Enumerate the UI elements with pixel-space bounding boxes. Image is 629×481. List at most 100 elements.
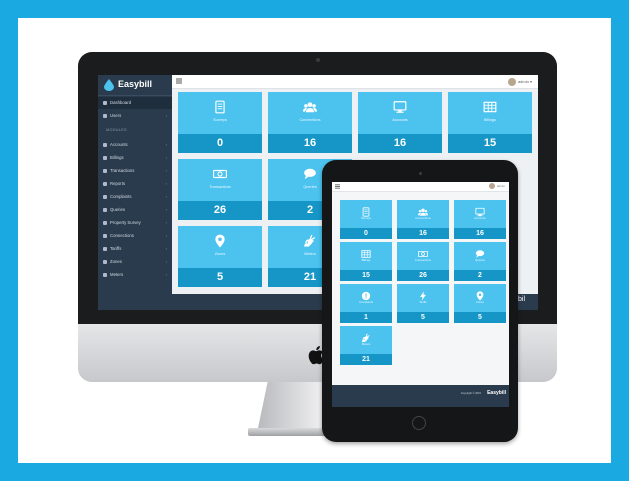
ipad-camera: [419, 172, 422, 175]
chevron-left-icon: ‹: [165, 207, 167, 212]
sidebar-item-meters[interactable]: Meters ‹: [98, 269, 172, 281]
avatar: [507, 77, 516, 86]
chevron-left-icon: ‹: [165, 155, 167, 160]
chevron-left-icon: ‹: [165, 142, 167, 147]
bolt-icon: [103, 247, 107, 251]
stat-tile-surveys[interactable]: Surveys 0: [178, 92, 262, 153]
stat-tile-value: 26: [178, 201, 262, 220]
stat-tile-transactions[interactable]: Transactions 26: [178, 159, 262, 220]
sidebar-item-property-survey[interactable]: Property Survey ‹: [98, 217, 172, 229]
tablet-topbar: admin: [332, 182, 509, 192]
sidebar-item-connections[interactable]: Connections ‹: [98, 230, 172, 242]
tablet-stat-tile-transactions[interactable]: Transactions 26: [397, 242, 449, 281]
stat-tile-value: 1: [340, 312, 392, 323]
stat-tile-value: 2: [454, 270, 506, 281]
sidebar-item-label: Accounts: [110, 142, 128, 147]
sidebar-item-reports[interactable]: Reports ‹: [98, 178, 172, 190]
sidebar-item-dashboard[interactable]: Dashboard: [98, 97, 172, 109]
tablet-stat-tile-tariffs[interactable]: Tariffs 5: [397, 284, 449, 323]
sidebar-item-users[interactable]: Users ‹: [98, 110, 172, 122]
stat-tile-label: Billings: [361, 258, 371, 262]
sidebar-item-label: Dashboard: [110, 100, 132, 105]
tablet-stat-tile-complaints[interactable]: Complaints 1: [340, 284, 392, 323]
sidebar-brand[interactable]: Easybill: [98, 75, 172, 96]
plug-icon: [361, 330, 371, 343]
sidebar-item-label: Billings: [110, 155, 124, 160]
stat-tile-value: 15: [448, 134, 532, 153]
map-pin-icon: [213, 234, 227, 248]
stat-tile-accounts[interactable]: Accounts 16: [358, 92, 442, 153]
tablet-stat-tile-connections[interactable]: Connections 16: [397, 200, 449, 239]
sidebar-item-queries[interactable]: Queries ‹: [98, 204, 172, 216]
stat-tile-value: 15: [340, 270, 392, 281]
stat-tile-zones[interactable]: Zones 5: [178, 226, 262, 287]
brand-name: Easybill: [118, 79, 153, 89]
tablet-icon: [361, 204, 371, 217]
stat-tile-label: Tariffs: [419, 300, 427, 304]
cash-icon: [103, 169, 107, 173]
plug-icon: [303, 234, 317, 248]
stat-tile-label: Billings: [483, 118, 497, 122]
stat-tile-billings[interactable]: Billings 15: [448, 92, 532, 153]
stat-tile-label: Surveys: [360, 216, 372, 220]
avatar: [488, 183, 495, 190]
stat-tile-label: Complaints: [359, 300, 373, 304]
chat-icon: [475, 246, 485, 258]
stat-tile-label: Zones: [476, 300, 484, 304]
chevron-left-icon: ‹: [165, 168, 167, 173]
sidebar-item-label: Reports: [110, 181, 126, 186]
tablet-stat-tile-surveys[interactable]: Surveys 0: [340, 200, 392, 239]
tablet-stat-tile-queries[interactable]: Queries 2: [454, 242, 506, 281]
topbar: admin ▾: [172, 75, 538, 89]
stat-tile-connections[interactable]: Connections 16: [268, 92, 352, 153]
water-drop-icon: [104, 79, 114, 91]
stat-tile-label: Connections: [415, 216, 431, 220]
hamburger-menu-icon[interactable]: [176, 78, 182, 84]
tablet-stat-tile-billings[interactable]: Billings 15: [340, 242, 392, 281]
stat-tile-label: Transactions: [415, 258, 431, 262]
stat-tile-value: 0: [340, 228, 392, 239]
stat-tile-label: Meters: [361, 342, 371, 346]
users-icon: [103, 234, 107, 238]
user-menu[interactable]: admin ▾: [507, 77, 532, 86]
tablet-user-menu[interactable]: admin: [488, 183, 505, 190]
footer-brand-peek: bil: [518, 296, 526, 303]
tablet-icon: [213, 100, 227, 114]
stat-tile-value: 21: [340, 354, 392, 365]
stat-tile-label: Accounts: [474, 216, 486, 220]
stat-tile-value: 5: [454, 312, 506, 323]
plug-icon: [103, 273, 107, 277]
monitor-icon: [103, 143, 107, 147]
chat-icon: [103, 208, 107, 212]
alert-icon: [103, 195, 107, 199]
tablet-stat-tile-meters[interactable]: Meters 21: [340, 326, 392, 365]
cash-icon: [213, 167, 227, 181]
users-icon: [303, 100, 317, 114]
monitor-icon: [393, 100, 407, 114]
tablet-stat-tile-zones[interactable]: Zones 5: [454, 284, 506, 323]
chevron-left-icon: ‹: [165, 181, 167, 186]
sidebar-item-zones[interactable]: Zones ‹: [98, 256, 172, 268]
chevron-left-icon: ‹: [165, 233, 167, 238]
table-icon: [361, 246, 371, 258]
sidebar-item-transactions[interactable]: Transactions ‹: [98, 165, 172, 177]
sidebar-item-complaints[interactable]: Complaints ‹: [98, 191, 172, 203]
ipad-home-button: [412, 416, 426, 430]
sidebar-item-accounts[interactable]: Accounts ‹: [98, 139, 172, 151]
sidebar-item-tariffs[interactable]: Tariffs ‹: [98, 243, 172, 255]
sidebar-item-label: Zones: [110, 259, 122, 264]
stat-tile-label: Connections: [299, 118, 321, 122]
tablet-stat-tile-accounts[interactable]: Accounts 16: [454, 200, 506, 239]
chevron-left-icon: ‹: [165, 259, 167, 264]
table-icon: [483, 100, 497, 114]
table-icon: [103, 156, 107, 160]
chevron-down-icon: ▾: [529, 79, 532, 84]
stat-tile-value: 16: [358, 134, 442, 153]
sidebar-item-billings[interactable]: Billings ‹: [98, 152, 172, 164]
stat-tile-value: 0: [178, 134, 262, 153]
stat-tile-label: Surveys: [213, 118, 227, 122]
chat-icon: [303, 167, 317, 181]
bar-chart-icon: [103, 182, 107, 186]
sidebar-item-label: Meters: [110, 272, 124, 277]
hamburger-menu-icon[interactable]: [335, 184, 340, 189]
